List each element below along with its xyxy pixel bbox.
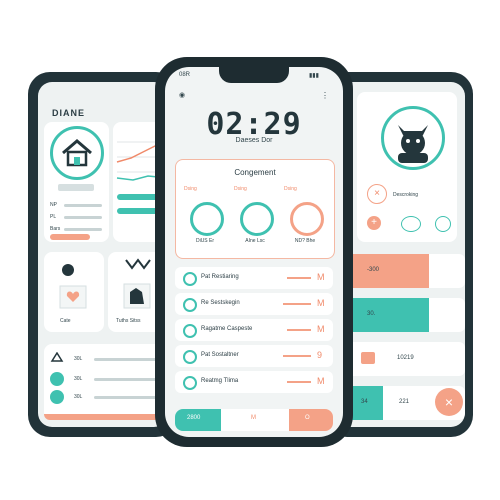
close-icon[interactable]: × (367, 184, 387, 204)
pet-item[interactable]: Dsing DiUS Er (180, 182, 230, 252)
slider-value: 30L (74, 376, 83, 382)
list-icon (183, 324, 197, 338)
list-line (283, 355, 311, 357)
list-label: Pat Sostaltner (201, 352, 239, 358)
bottom-right-label: O (305, 415, 310, 421)
app-title: DIANE (52, 108, 86, 118)
list-line (283, 303, 311, 305)
list-label: Re Sestskegin (201, 300, 240, 306)
slider-track[interactable] (94, 358, 164, 361)
list-line (287, 329, 311, 331)
battery-icon: ▮▮▮ (309, 73, 319, 79)
pet-item[interactable]: Dsing ND? Bhe (280, 182, 330, 252)
dog-avatar (381, 106, 445, 170)
location-icon: ◉ (179, 92, 186, 99)
cat-heart-icon (59, 264, 87, 309)
pet-item[interactable]: Dsing AIne Lsc (230, 182, 280, 252)
leaf-icon (50, 390, 64, 404)
list-line (287, 381, 311, 383)
line (64, 228, 102, 231)
list-item[interactable]: Pat Restiaring M (175, 267, 333, 289)
calendar-icon (361, 352, 375, 364)
stat-value: -300 (367, 267, 380, 273)
slider-value: 30L (74, 356, 83, 362)
center-screen: 08R ▮▮▮ ◉ ⋮ 02:29 Daeses Dor Congement D… (165, 67, 343, 437)
slider-track[interactable] (94, 396, 164, 399)
dog-icon (290, 202, 324, 236)
add-icon[interactable]: + (367, 216, 381, 230)
pet-card[interactable]: Cate (44, 252, 104, 332)
list-icon (183, 350, 197, 364)
center-phone: 08R ▮▮▮ ◉ ⋮ 02:29 Daeses Dor Congement D… (155, 57, 353, 447)
label-np: NP (50, 202, 57, 208)
stat-value: 221 (399, 399, 410, 405)
pet-name: ND? Bhe (294, 238, 316, 244)
bottom-right-segment[interactable]: O (289, 409, 333, 431)
list-icon (183, 376, 197, 390)
clock-icon[interactable] (435, 216, 451, 232)
slider-track[interactable] (94, 378, 164, 381)
list-end: M (317, 298, 325, 308)
dog-icon (240, 202, 274, 236)
bottom-center-label: M (251, 415, 256, 421)
bottom-action-bar[interactable]: 2800 M O (175, 409, 333, 431)
list-label: Ragatme Caspeste (201, 326, 253, 332)
slider-card: 30L 30L 30L (44, 344, 168, 420)
list-icon (183, 298, 197, 312)
stat-value: 30. (367, 311, 376, 317)
pet-tag: Dsing (284, 186, 297, 192)
list-line (287, 277, 311, 279)
left-screen: DIANE NP PL Bars Cate Tuths Sitss 30L 30… (38, 82, 168, 427)
action-label: Descroking (393, 192, 419, 198)
bottom-left-label: 2800 (187, 415, 201, 421)
list-end: M (317, 324, 325, 334)
dog-icon (190, 202, 224, 236)
label-pl: PL (50, 214, 57, 220)
pet-tag: Dsing (234, 186, 247, 192)
paw-icon (50, 372, 64, 386)
line (64, 204, 102, 207)
pet-tag: Dsing (184, 186, 197, 192)
list-label: Reatmg Tlima (201, 378, 239, 384)
link-icon[interactable] (401, 216, 421, 232)
card-title: Congement (234, 168, 276, 177)
list-label: Pat Restiaring (201, 274, 239, 280)
stat-value: 10219 (397, 355, 414, 361)
bottom-left-segment[interactable]: 2800 (175, 409, 221, 431)
pet-name: DiUS Er (195, 238, 215, 244)
line (64, 216, 102, 219)
list-end: M (317, 376, 325, 386)
orange-pill (50, 234, 90, 240)
close-fab-icon[interactable]: × (435, 388, 463, 416)
home-card[interactable]: NP PL Bars (44, 122, 109, 242)
notch (219, 67, 289, 83)
status-carrier: 08R (179, 72, 191, 78)
house-icon (50, 126, 104, 180)
home-bar (58, 184, 94, 191)
list-icon (183, 272, 197, 286)
row-left-value: 34 (361, 399, 368, 405)
pet-name: AIne Lsc (245, 238, 265, 244)
profile-card: × Descroking + (357, 92, 457, 242)
pet-caption: Cate (60, 318, 71, 324)
list-item[interactable]: Pat Sostaltner 9 (175, 345, 333, 367)
list-end: M (317, 272, 325, 282)
list-item[interactable]: Re Sestskegin M (175, 293, 333, 315)
dog-caption: Tuths Sitss (116, 318, 141, 324)
management-card: Congement Dsing DiUS Er Dsing AIne Lsc D… (175, 159, 335, 259)
list-item[interactable]: Reatmg Tlima M (175, 371, 333, 393)
list-item[interactable]: Ragatme Caspeste M (175, 319, 333, 341)
card-footer-bar (44, 414, 168, 420)
recycle-icon (50, 351, 64, 366)
slider-value: 30L (74, 394, 83, 400)
list-end: 9 (317, 350, 323, 360)
clock-subtitle: Daeses Dor (235, 137, 273, 144)
label-bars: Bars (50, 226, 61, 232)
menu-icon[interactable]: ⋮ (321, 91, 329, 100)
